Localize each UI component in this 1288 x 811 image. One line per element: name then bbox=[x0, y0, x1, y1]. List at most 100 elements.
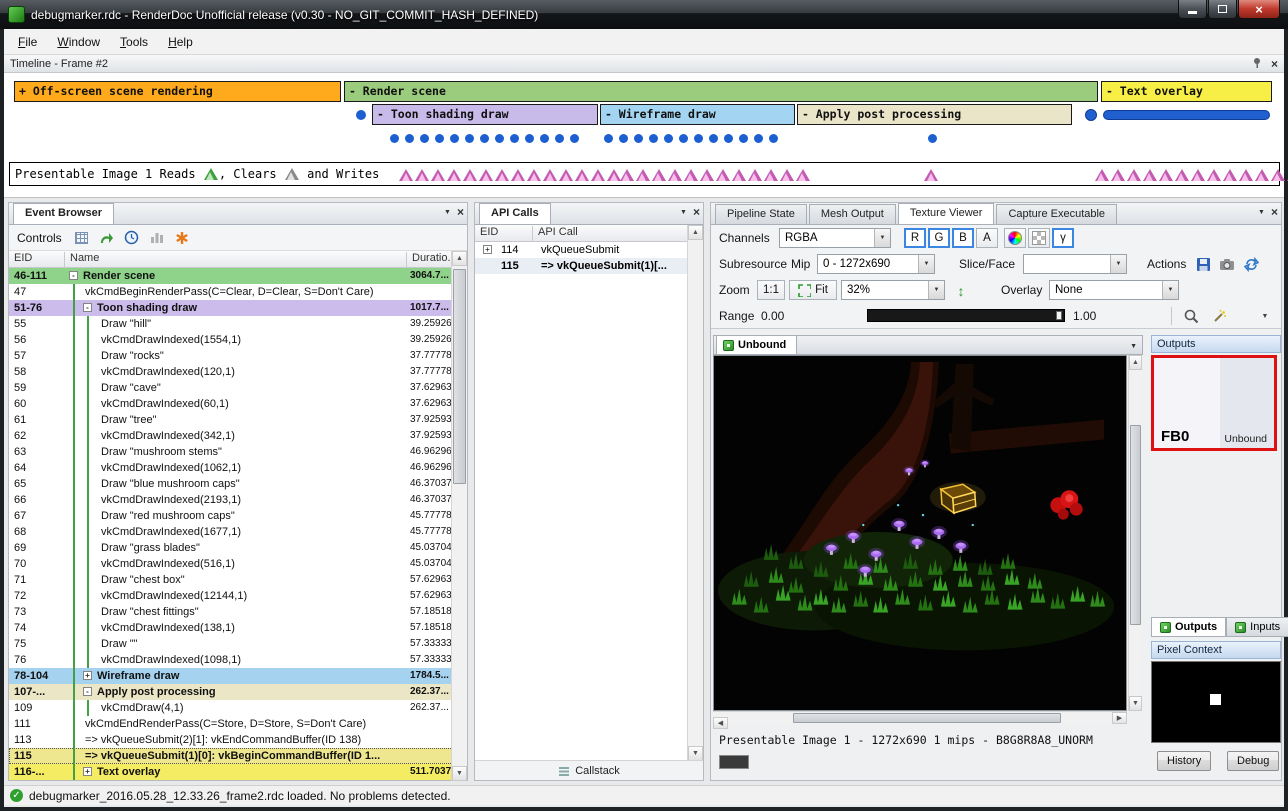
event-row-70[interactable]: 70vkCmdDrawIndexed(516,1)45.03704 bbox=[9, 556, 453, 572]
close-icon[interactable]: × bbox=[457, 206, 464, 218]
scroll-left-icon[interactable]: ◀ bbox=[713, 717, 728, 729]
event-row-62[interactable]: 62vkCmdDrawIndexed(342,1)37.92593 bbox=[9, 428, 453, 444]
menu-help[interactable]: Help bbox=[158, 31, 203, 53]
event-row-116-...[interactable]: 116-...+Text overlay511.7037 bbox=[9, 764, 453, 780]
event-row-46-111[interactable]: 46-111-Render scene3064.7... bbox=[9, 268, 453, 284]
event-browser-scrollbar[interactable]: ▲ ▼ bbox=[451, 251, 467, 781]
stats-icon[interactable] bbox=[148, 229, 166, 247]
event-row-107-...[interactable]: 107-...-Apply post processing262.37... bbox=[9, 684, 453, 700]
column-api-call[interactable]: API Call bbox=[533, 226, 687, 241]
scroll-down-icon[interactable]: ▼ bbox=[688, 746, 703, 761]
column-duration[interactable]: Duratio... bbox=[407, 252, 453, 267]
timeline-event-dot[interactable] bbox=[420, 134, 429, 143]
event-row-60[interactable]: 60vkCmdDrawIndexed(60,1)37.62963 bbox=[9, 396, 453, 412]
timeline-event-dot[interactable] bbox=[604, 134, 613, 143]
api-row-114[interactable]: + 114 vkQueueSubmit bbox=[475, 242, 687, 258]
event-row-59[interactable]: 59Draw "cave"37.62963 bbox=[9, 380, 453, 396]
scroll-down-icon[interactable]: ▼ bbox=[1129, 696, 1142, 711]
event-row-57[interactable]: 57Draw "rocks"37.77778 bbox=[9, 348, 453, 364]
texture-display[interactable] bbox=[713, 355, 1127, 711]
close-icon[interactable]: × bbox=[1271, 206, 1278, 218]
column-eid[interactable]: EID bbox=[9, 252, 65, 267]
timeline-event-dot[interactable] bbox=[619, 134, 628, 143]
timeline-event-dot[interactable] bbox=[356, 110, 366, 120]
expander-collapsed[interactable]: + bbox=[83, 671, 92, 680]
chevron-down-icon[interactable]: ▼ bbox=[1258, 209, 1265, 216]
expander-expanded[interactable]: - bbox=[83, 687, 92, 696]
refresh-icon[interactable] bbox=[1241, 255, 1261, 274]
timeline-event-dot[interactable] bbox=[724, 134, 733, 143]
scroll-down-icon[interactable]: ▼ bbox=[452, 766, 467, 781]
tab-event-browser[interactable]: Event Browser bbox=[13, 203, 114, 224]
fit-button[interactable]: Fit bbox=[789, 280, 837, 300]
event-row-71[interactable]: 71Draw "chest box"57.62963 bbox=[9, 572, 453, 588]
channel-g-button[interactable]: G bbox=[928, 228, 950, 248]
pin-icon[interactable] bbox=[1252, 57, 1263, 71]
timeline-event-dot[interactable] bbox=[555, 134, 564, 143]
timeline-event-dot[interactable] bbox=[679, 134, 688, 143]
camera-button[interactable] bbox=[1217, 255, 1237, 274]
history-button[interactable]: History bbox=[1157, 751, 1211, 771]
timeline-block[interactable]: + Off-screen scene rendering bbox=[14, 81, 341, 102]
tab-pipeline-state[interactable]: Pipeline State bbox=[715, 204, 807, 224]
event-row-61[interactable]: 61Draw "tree"37.92593 bbox=[9, 412, 453, 428]
scrollbar-thumb[interactable] bbox=[793, 713, 1061, 723]
event-row-64[interactable]: 64vkCmdDrawIndexed(1062,1)46.96296 bbox=[9, 460, 453, 476]
event-row-67[interactable]: 67Draw "red mushroom caps"45.77778 bbox=[9, 508, 453, 524]
fb0-thumbnail[interactable]: FB0 Unbound bbox=[1151, 355, 1277, 451]
timeline-event-dot[interactable] bbox=[694, 134, 703, 143]
timeline-event-dot[interactable] bbox=[525, 134, 534, 143]
tab-unbound[interactable]: Unbound bbox=[716, 335, 797, 354]
timeline-event-dot[interactable] bbox=[649, 134, 658, 143]
star-icon[interactable] bbox=[173, 229, 191, 247]
timeline-event-dot[interactable] bbox=[450, 134, 459, 143]
timeline-block[interactable]: - Toon shading draw bbox=[372, 104, 598, 125]
timeline-event-dot[interactable] bbox=[435, 134, 444, 143]
event-row-109[interactable]: 109vkCmdDraw(4,1)262.37... bbox=[9, 700, 453, 716]
scroll-up-icon[interactable]: ▲ bbox=[688, 225, 703, 240]
timeline-block[interactable]: - Render scene bbox=[344, 81, 1098, 102]
maximize-button[interactable] bbox=[1208, 0, 1237, 19]
event-row-51-76[interactable]: 51-76-Toon shading draw1017.7... bbox=[9, 300, 453, 316]
event-row-111[interactable]: 111vkCmdEndRenderPass(C=Store, D=Store, … bbox=[9, 716, 453, 732]
scroll-up-icon[interactable]: ▲ bbox=[452, 251, 467, 266]
expander-expanded[interactable]: - bbox=[83, 303, 92, 312]
timeline-block[interactable]: - Apply post processing bbox=[797, 104, 1072, 125]
timeline-event-dot[interactable] bbox=[709, 134, 718, 143]
expander-collapsed[interactable]: + bbox=[483, 245, 492, 254]
event-row-58[interactable]: 58vkCmdDrawIndexed(120,1)37.77778 bbox=[9, 364, 453, 380]
range-slider[interactable] bbox=[867, 309, 1065, 322]
api-row-115[interactable]: 115 => vkQueueSubmit(1)[... bbox=[475, 258, 687, 274]
timeline-event-dot[interactable] bbox=[405, 134, 414, 143]
event-row-56[interactable]: 56vkCmdDrawIndexed(1554,1)39.25926 bbox=[9, 332, 453, 348]
event-row-63[interactable]: 63Draw "mushroom stems"46.96296 bbox=[9, 444, 453, 460]
tab-api-calls[interactable]: API Calls bbox=[479, 203, 551, 224]
timeline-event-dot[interactable] bbox=[739, 134, 748, 143]
event-row-72[interactable]: 72vkCmdDrawIndexed(12144,1)57.62963 bbox=[9, 588, 453, 604]
sliceface-select[interactable]: ▼ bbox=[1023, 254, 1127, 274]
column-eid[interactable]: EID bbox=[475, 226, 533, 241]
timeline-event-dot[interactable] bbox=[390, 134, 399, 143]
event-row-68[interactable]: 68vkCmdDrawIndexed(1677,1)45.77778 bbox=[9, 524, 453, 540]
menu-window[interactable]: Window bbox=[47, 31, 110, 53]
event-row-76[interactable]: 76vkCmdDrawIndexed(1098,1)57.33333 bbox=[9, 652, 453, 668]
event-row-73[interactable]: 73Draw "chest fittings"57.18518 bbox=[9, 604, 453, 620]
chevron-down-icon[interactable]: ▼ bbox=[1130, 343, 1137, 350]
event-row-78-104[interactable]: 78-104+Wireframe draw1784.5... bbox=[9, 668, 453, 684]
chevron-down-icon[interactable]: ▼ bbox=[680, 209, 687, 216]
timeline-event-circle[interactable] bbox=[1085, 109, 1097, 121]
column-name[interactable]: Name bbox=[65, 252, 407, 267]
overlay-select[interactable]: None ▼ bbox=[1049, 280, 1179, 300]
menu-file[interactable]: File bbox=[8, 31, 47, 53]
timeline-event-dot[interactable] bbox=[769, 134, 778, 143]
timeline-block[interactable]: - Text overlay bbox=[1101, 81, 1272, 102]
tab-outputs[interactable]: Outputs bbox=[1151, 617, 1226, 637]
range-zoom-button[interactable] bbox=[1181, 307, 1201, 326]
range-slider-handle[interactable] bbox=[1056, 311, 1062, 320]
debug-button[interactable]: Debug bbox=[1227, 751, 1279, 771]
timeline-merged-bar[interactable] bbox=[1103, 110, 1270, 120]
close-button[interactable]: × bbox=[1238, 0, 1280, 19]
close-icon[interactable]: × bbox=[693, 206, 700, 218]
event-row-55[interactable]: 55Draw "hill"39.25926 bbox=[9, 316, 453, 332]
channel-r-button[interactable]: R bbox=[904, 228, 926, 248]
